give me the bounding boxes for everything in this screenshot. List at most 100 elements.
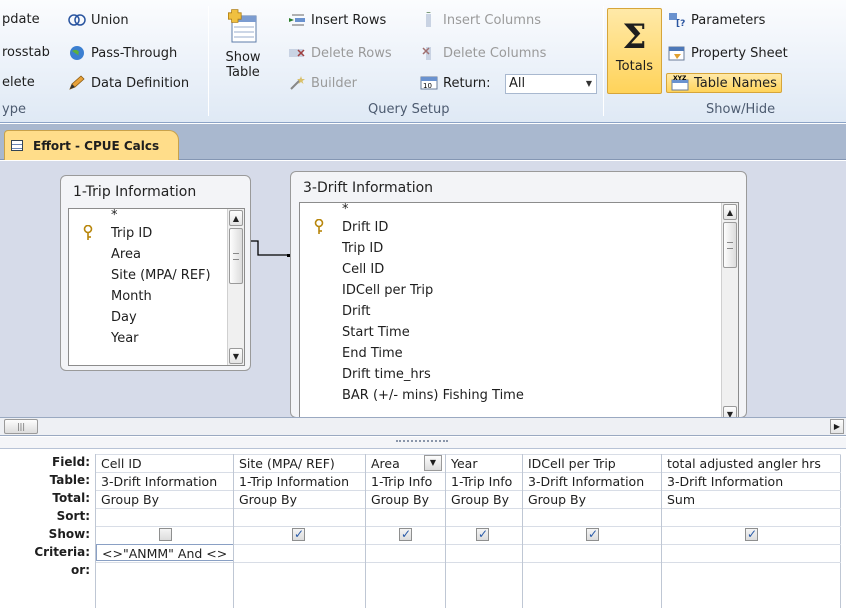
crosstab-query-button[interactable]: rosstab bbox=[2, 45, 50, 60]
vertical-scrollbar[interactable]: ▲ ▼ bbox=[721, 203, 738, 417]
show-table-button[interactable]: Show Table bbox=[218, 6, 268, 94]
field-cell[interactable]: total adjusted angler hrs bbox=[662, 454, 841, 471]
totals-button[interactable]: Σ Totals bbox=[607, 8, 662, 94]
grid-column[interactable]: Year 1-Trip Info Group By bbox=[445, 454, 523, 608]
delete-columns-button[interactable]: Delete Columns bbox=[420, 45, 546, 61]
field-item[interactable]: * bbox=[69, 209, 244, 223]
table-cell[interactable]: 1-Trip Info bbox=[366, 472, 446, 489]
delete-rows-button[interactable]: Delete Rows bbox=[288, 45, 392, 61]
criteria-cell[interactable] bbox=[523, 544, 662, 561]
total-cell[interactable]: Group By bbox=[523, 490, 662, 507]
property-sheet-button[interactable]: Property Sheet bbox=[668, 45, 788, 61]
field-item[interactable]: BAR (+/- mins) Fishing Time bbox=[300, 385, 738, 406]
table-cell[interactable]: 3-Drift Information bbox=[523, 472, 662, 489]
show-checkbox[interactable] bbox=[399, 527, 412, 543]
drift-information-table[interactable]: 3-Drift Information * Drift ID Trip ID C… bbox=[290, 171, 747, 417]
data-definition-query-button[interactable]: Data Definition bbox=[68, 75, 189, 91]
sort-cell[interactable] bbox=[523, 508, 662, 525]
grid-column[interactable]: total adjusted angler hrs 3-Drift Inform… bbox=[661, 454, 841, 608]
criteria-cell[interactable] bbox=[234, 544, 366, 561]
field-item[interactable]: Site (MPA/ REF) bbox=[69, 265, 244, 286]
tab-effort-cpue-calcs[interactable]: Effort - CPUE Calcs bbox=[4, 130, 179, 160]
scroll-down-icon[interactable]: ▼ bbox=[723, 406, 737, 417]
insert-columns-button[interactable]: Insert Columns bbox=[420, 11, 541, 28]
or-cell[interactable] bbox=[446, 562, 523, 579]
sort-cell[interactable] bbox=[446, 508, 523, 525]
builder-button[interactable]: Builder bbox=[288, 75, 357, 91]
chevron-down-icon[interactable]: ▼ bbox=[424, 455, 442, 471]
or-cell[interactable] bbox=[96, 562, 234, 579]
total-cell[interactable]: Group By bbox=[96, 490, 234, 507]
update-query-button[interactable]: pdate bbox=[2, 12, 40, 27]
field-item[interactable]: Cell ID bbox=[300, 259, 738, 280]
scroll-up-icon[interactable]: ▲ bbox=[229, 210, 243, 226]
scroll-right-icon[interactable]: ▶ bbox=[830, 419, 844, 434]
parameters-button[interactable]: [?] Parameters bbox=[668, 12, 765, 29]
field-cell[interactable]: Site (MPA/ REF) bbox=[234, 454, 366, 471]
show-checkbox[interactable] bbox=[159, 528, 172, 541]
vertical-scrollbar[interactable]: ▲ ▼ bbox=[227, 209, 244, 365]
delete-query-button[interactable]: elete bbox=[2, 75, 35, 90]
field-item[interactable]: Drift bbox=[300, 301, 738, 322]
table-cell[interactable]: 1-Trip Info bbox=[446, 472, 523, 489]
field-item[interactable]: End Time bbox=[300, 343, 738, 364]
field-cell[interactable]: Year bbox=[446, 454, 523, 471]
table-cell[interactable]: 3-Drift Information bbox=[662, 472, 841, 489]
scroll-thumb[interactable]: ||| bbox=[4, 419, 38, 434]
field-item-key[interactable]: Trip ID bbox=[69, 223, 244, 244]
insert-rows-button[interactable]: Insert Rows bbox=[288, 12, 386, 28]
field-item[interactable]: Drift time_hrs bbox=[300, 364, 738, 385]
total-cell[interactable]: Sum bbox=[662, 490, 841, 507]
or-cell[interactable] bbox=[366, 562, 446, 579]
field-item[interactable]: Month bbox=[69, 286, 244, 307]
horizontal-scrollbar[interactable]: ||| ▶ bbox=[0, 418, 846, 436]
total-cell[interactable]: Group By bbox=[446, 490, 523, 507]
field-cell[interactable]: Cell ID bbox=[96, 454, 234, 471]
sort-cell[interactable] bbox=[96, 508, 234, 525]
query-design-area[interactable]: 1-Trip Information * Trip ID Area Site (… bbox=[0, 161, 846, 418]
table-cell[interactable]: 3-Drift Information bbox=[96, 472, 234, 489]
scroll-down-icon[interactable]: ▼ bbox=[229, 348, 243, 364]
field-item-key[interactable]: Drift ID bbox=[300, 217, 738, 238]
field-cell[interactable]: IDCell per Trip bbox=[523, 454, 662, 471]
field-item[interactable]: IDCell per Trip bbox=[300, 280, 738, 301]
field-item[interactable]: Year bbox=[69, 328, 244, 349]
grid-column[interactable]: Site (MPA/ REF) 1-Trip Information Group… bbox=[233, 454, 366, 608]
total-cell[interactable]: Group By bbox=[234, 490, 366, 507]
show-checkbox[interactable] bbox=[745, 527, 758, 543]
scroll-thumb[interactable] bbox=[723, 222, 737, 268]
sort-cell[interactable] bbox=[366, 508, 446, 525]
field-cell[interactable]: Area ▼ bbox=[366, 454, 446, 471]
show-checkbox[interactable] bbox=[292, 527, 305, 543]
pane-splitter[interactable] bbox=[0, 437, 846, 449]
criteria-cell[interactable] bbox=[366, 544, 446, 561]
or-cell[interactable] bbox=[662, 562, 841, 579]
field-item[interactable]: Trip ID bbox=[300, 238, 738, 259]
field-item[interactable]: * bbox=[300, 203, 738, 217]
field-item[interactable]: Start Time bbox=[300, 322, 738, 343]
grid-column[interactable]: Area ▼ 1-Trip Info Group By bbox=[365, 454, 446, 608]
field-item[interactable]: Day bbox=[69, 307, 244, 328]
table-names-button[interactable]: XYZ Table Names bbox=[666, 73, 782, 93]
trip-information-table[interactable]: 1-Trip Information * Trip ID Area Site (… bbox=[60, 175, 251, 371]
return-select[interactable]: All ▼ bbox=[505, 74, 597, 94]
or-cell[interactable] bbox=[234, 562, 366, 579]
sort-cell[interactable] bbox=[234, 508, 366, 525]
sort-cell[interactable] bbox=[662, 508, 841, 525]
table-cell[interactable]: 1-Trip Information bbox=[234, 472, 366, 489]
or-cell[interactable] bbox=[523, 562, 662, 579]
pass-through-query-button[interactable]: Pass-Through bbox=[68, 45, 177, 61]
show-checkbox[interactable] bbox=[586, 527, 599, 543]
total-cell[interactable]: Group By bbox=[366, 490, 446, 507]
scroll-thumb[interactable] bbox=[229, 228, 243, 284]
criteria-cell[interactable] bbox=[662, 544, 841, 561]
criteria-cell[interactable]: <>"ANMM" And <> bbox=[96, 544, 234, 561]
grid-column[interactable]: IDCell per Trip 3-Drift Information Grou… bbox=[522, 454, 662, 608]
grid-column[interactable]: Cell ID 3-Drift Information Group By <>"… bbox=[95, 454, 234, 608]
scroll-up-icon[interactable]: ▲ bbox=[723, 204, 737, 220]
splitter-grip[interactable] bbox=[396, 440, 448, 443]
union-query-button[interactable]: Union bbox=[68, 12, 129, 28]
criteria-cell[interactable] bbox=[446, 544, 523, 561]
field-item[interactable]: Area bbox=[69, 244, 244, 265]
show-checkbox[interactable] bbox=[476, 527, 489, 543]
